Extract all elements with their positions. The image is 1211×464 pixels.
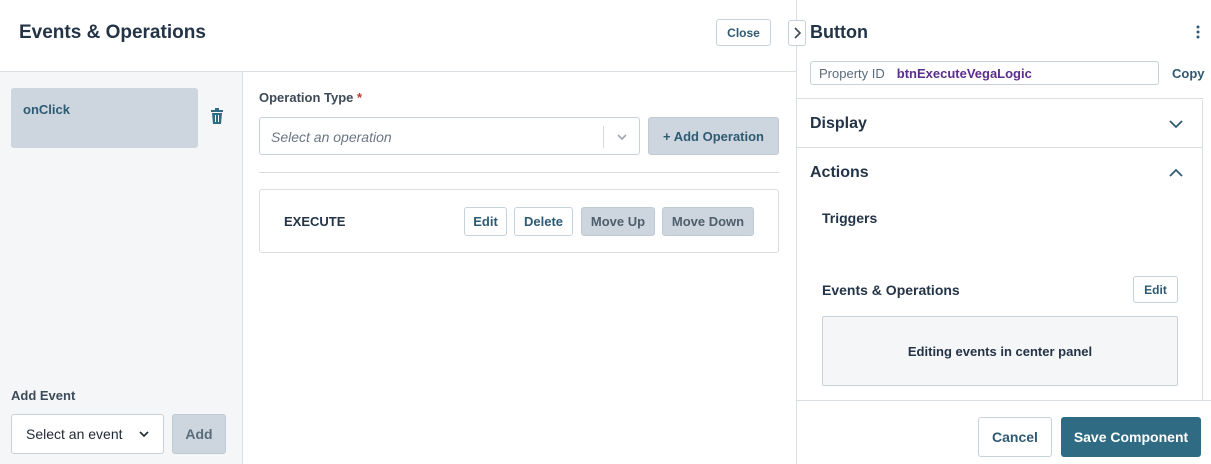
chevron-down-icon [617,134,627,141]
operation-name: EXECUTE [284,214,346,229]
events-operations-label: Events & Operations [822,282,960,298]
move-up-button[interactable]: Move Up [581,207,655,236]
cancel-button[interactable]: Cancel [978,417,1052,457]
edit-operation-button[interactable]: Edit [464,207,507,236]
required-mark: * [357,90,363,105]
panel-footer: Cancel Save Component [797,400,1211,464]
section-display[interactable]: Display [797,98,1203,148]
delete-operation-button[interactable]: Delete [514,207,573,236]
edit-events-button[interactable]: Edit [1133,276,1178,303]
operations-column: Operation Type * Select an operation + A… [243,72,796,464]
operation-type-label: Operation Type * [259,90,362,105]
chevron-down-icon [1169,120,1183,129]
page-title: Events & Operations [19,22,206,43]
section-title: Display [810,115,867,132]
operation-select-placeholder: Select an operation [271,129,392,145]
property-id-value: btnExecuteVegaLogic [896,65,1032,81]
divider [259,172,779,173]
move-down-button[interactable]: Move Down [662,207,754,236]
events-status-text: Editing events in center panel [907,343,1093,359]
chevron-down-icon [139,431,149,438]
operation-card: EXECUTE Edit Delete Move Up Move Down [259,189,779,253]
operation-select[interactable]: Select an operation [259,117,640,155]
add-event-button[interactable]: Add [172,414,226,454]
add-operation-button[interactable]: + Add Operation [648,117,779,155]
event-item-label: onClick [23,102,70,117]
event-item-onclick[interactable]: onClick [11,88,198,148]
component-title: Button [810,22,868,42]
kebab-menu-icon[interactable] [1195,24,1201,40]
event-select[interactable]: Select an event [11,414,164,454]
event-select-value: Select an event [26,426,123,442]
operation-type-text: Operation Type [259,90,354,105]
close-button[interactable]: Close [716,19,771,46]
property-panel: Button Property ID btnExecuteVegaLogic C… [788,0,1211,464]
events-status-box: Editing events in center panel [822,316,1178,386]
add-event-label: Add Event [11,388,76,403]
triggers-label: Triggers [822,210,878,226]
save-component-button[interactable]: Save Component [1061,417,1201,457]
panel-header: Events & Operations Close [0,0,796,72]
copy-button[interactable]: Copy [1172,66,1205,81]
select-separator [603,126,604,148]
section-title[interactable]: Actions [810,164,869,182]
property-id-field[interactable]: Property ID btnExecuteVegaLogic [810,61,1159,85]
chevron-right-icon [794,27,801,39]
collapse-panel-button[interactable] [788,20,806,46]
property-id-label: Property ID [819,65,885,81]
chevron-up-icon[interactable] [1169,168,1183,178]
scrollbar[interactable] [1202,100,1203,400]
events-column: onClick Add Event Select an event Add [0,72,243,464]
events-operations-panel: Events & Operations Close onClick Add Ev… [0,0,796,464]
trash-icon[interactable] [210,108,224,124]
